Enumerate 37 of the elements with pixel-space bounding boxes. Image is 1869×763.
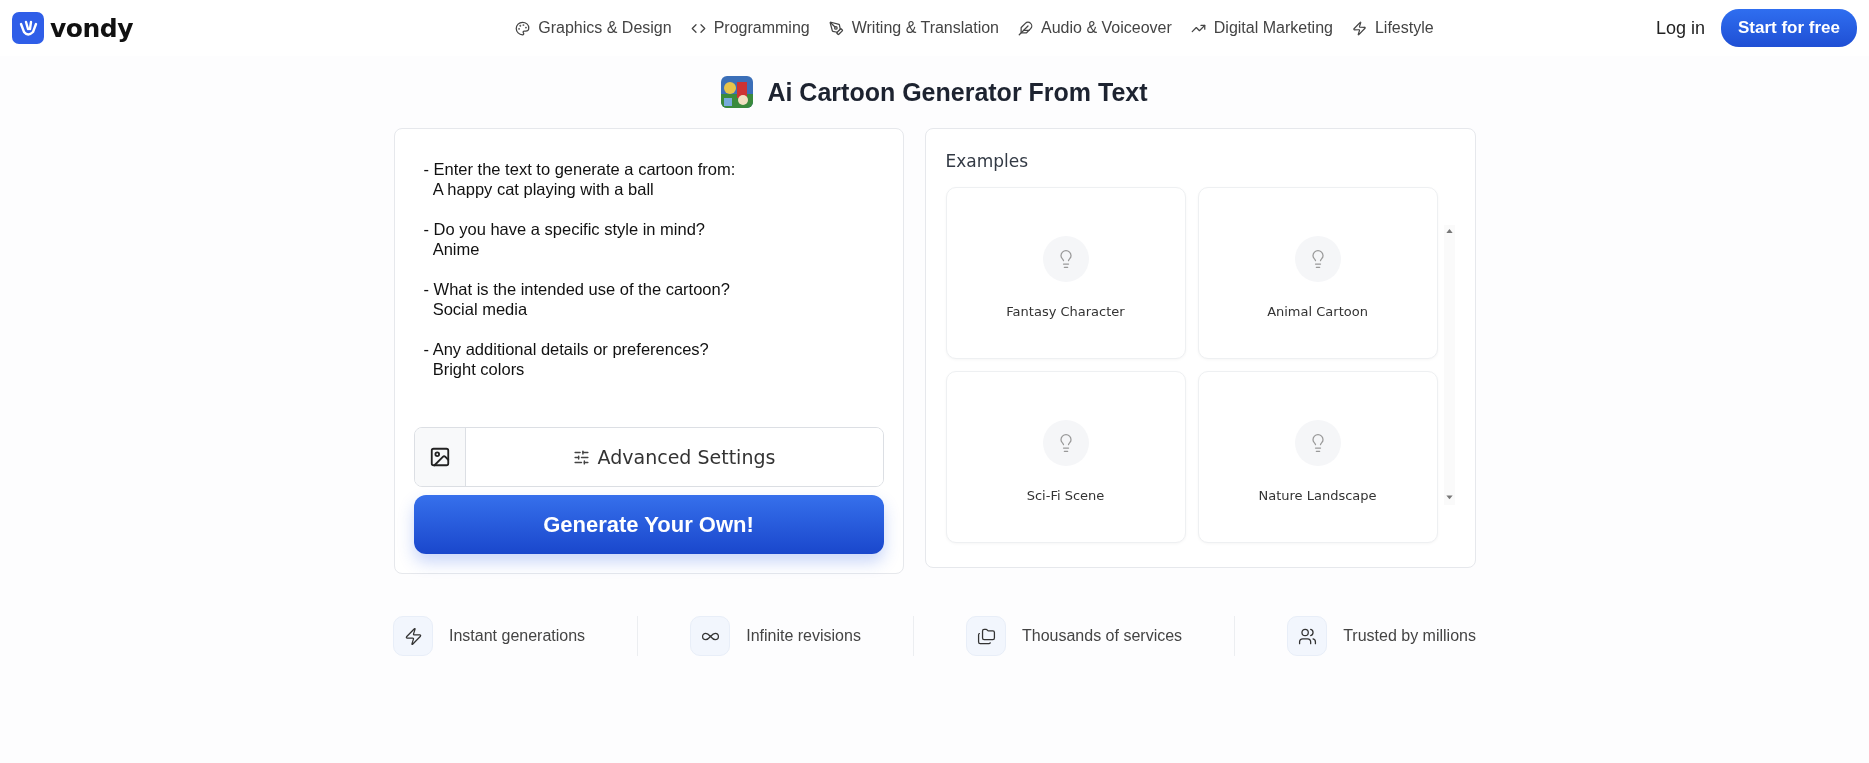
infinity-icon [690,616,731,656]
feature-label: Trusted by millions [1343,627,1476,645]
example-card[interactable]: Nature Landscape [1197,371,1438,543]
nav-link[interactable]: Lifestyle [1351,19,1434,37]
folders-icon [966,616,1006,656]
lightbulb-icon [1042,420,1089,466]
feature-label: Infinite revisions [746,627,861,645]
page-title: Ai Cartoon Generator From Text [767,77,1148,107]
start-button[interactable]: Start for free [1720,9,1857,47]
example-card[interactable]: Animal Cartoon [1197,187,1438,359]
lightbulb-icon [1042,236,1089,282]
palette-icon [515,20,531,36]
nav-link[interactable]: Graphics & Design [515,19,672,37]
lightbulb-icon [1294,236,1341,282]
example-card[interactable]: Sci-Fi Scene [945,371,1186,543]
generate-button[interactable]: Generate Your Own! [413,495,884,554]
nav-link[interactable]: Programming [690,19,810,37]
users-icon [1287,616,1328,656]
lightning-icon [393,616,433,656]
example-card[interactable]: Fantasy Character [945,187,1186,359]
feather-icon [1018,20,1033,36]
lightbulb-icon [1294,420,1341,466]
feature-label: Thousands of services [1022,627,1183,645]
feature-label: Instant generations [449,627,586,645]
sliders-icon [572,448,590,466]
logo-icon [12,12,44,44]
pen-tool-icon [828,20,844,36]
login-link[interactable]: Log in [1655,17,1705,39]
image-icon [428,446,451,468]
nav-link[interactable]: Writing & Translation [828,19,999,37]
examples-title: Examples [945,151,1030,171]
image-upload-button[interactable] [414,428,466,486]
nav-link[interactable]: Audio & Voiceover [1018,19,1172,37]
lightning-icon [1351,20,1367,36]
prompt-field[interactable]: - Enter the text to generate a cartoon from: A happy cat playing with a ball - Do you have a specific style in mind? Anime - What is the intended use of the cartoon? Social media - Any additional details or preferences? Bright colors [413,147,884,427]
logo-text: vondy [50,13,133,43]
nav-link[interactable]: Digital Marketing [1190,19,1333,37]
